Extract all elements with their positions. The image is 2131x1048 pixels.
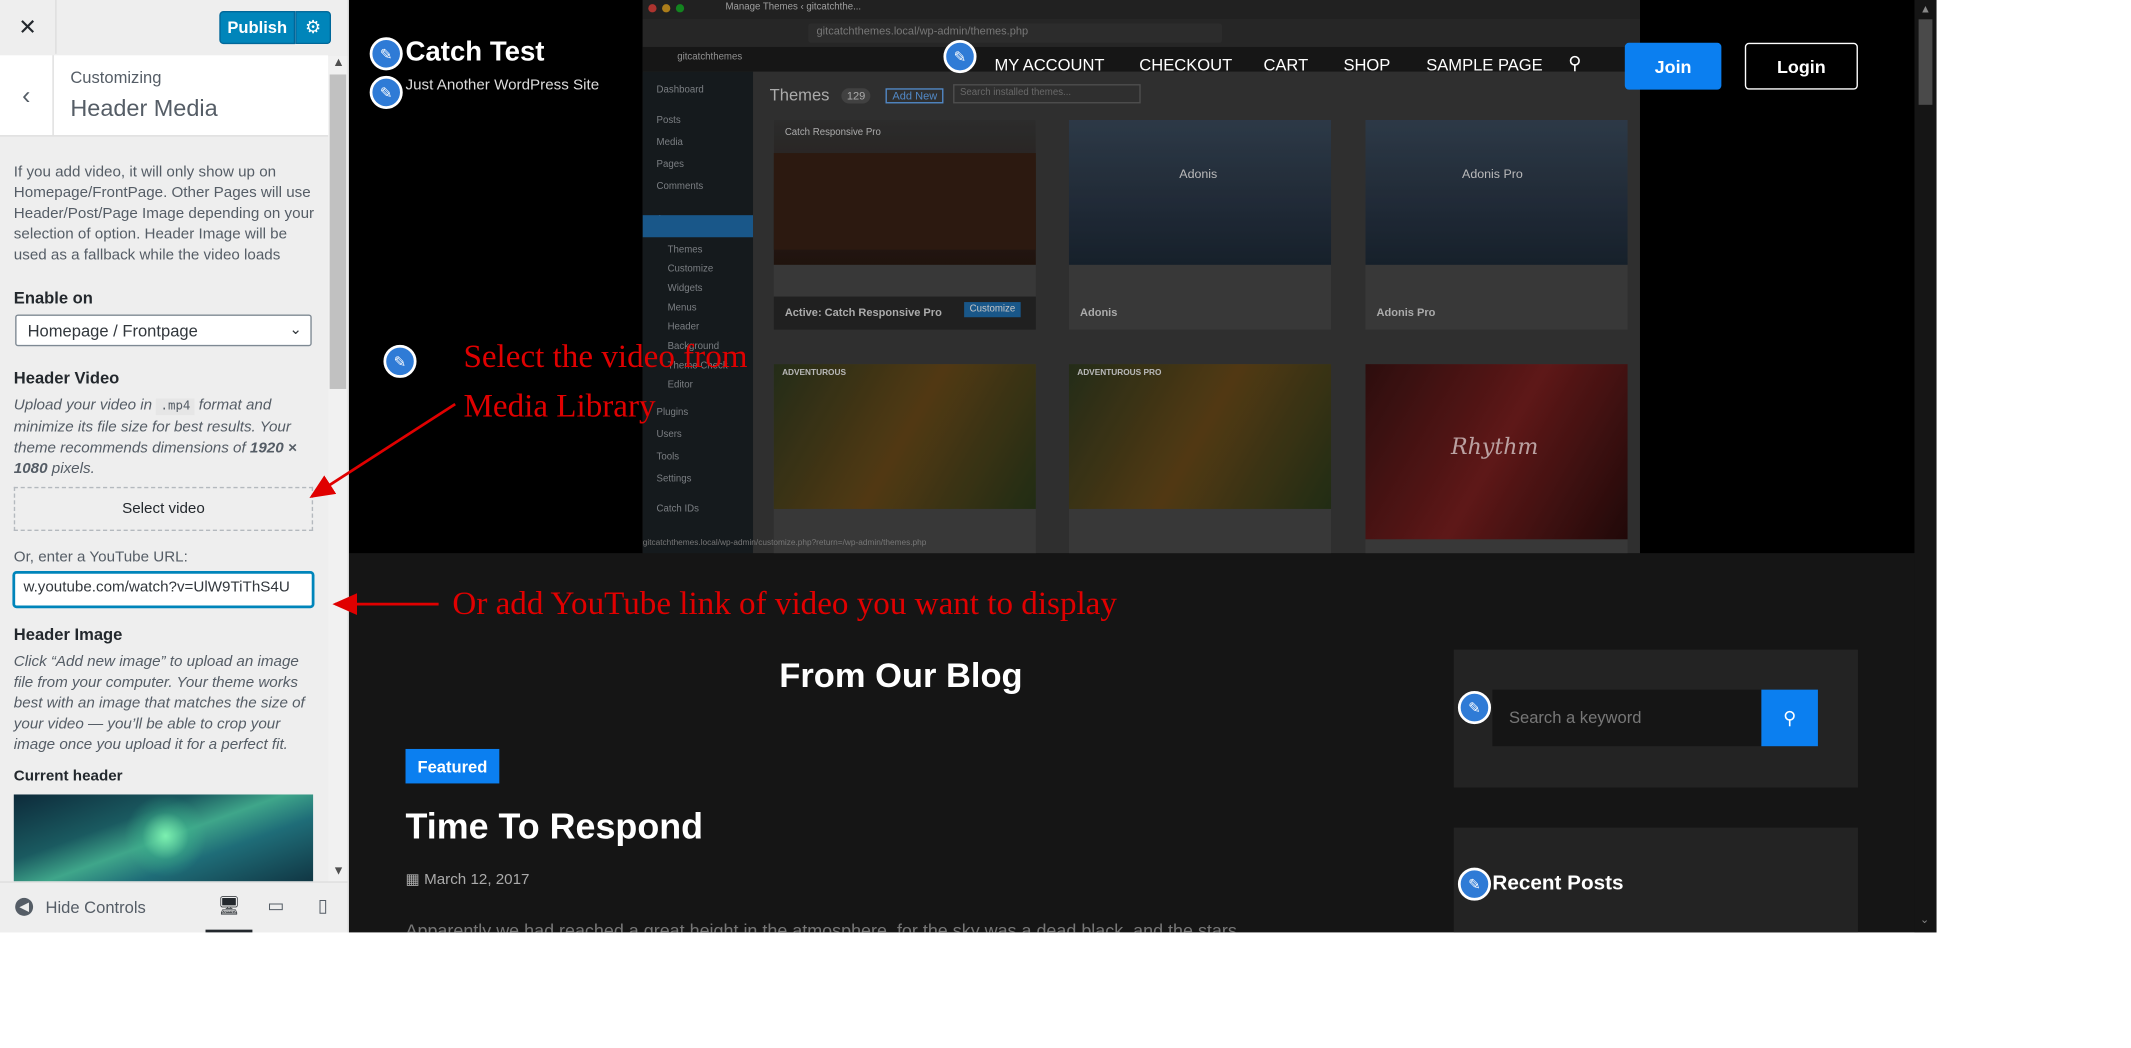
annotation-arrows bbox=[309, 402, 456, 616]
arrow-to-select-video bbox=[309, 402, 456, 499]
